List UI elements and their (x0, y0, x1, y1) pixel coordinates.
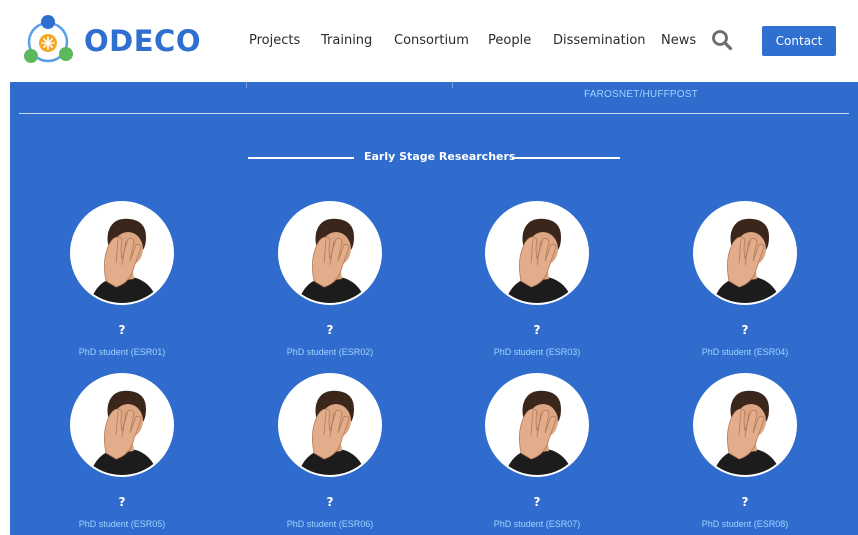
title-line-left (248, 157, 354, 159)
researcher-role[interactable]: PhD student (ESR02) (230, 347, 430, 357)
researcher-name: ? (533, 323, 541, 337)
face-palm-photo-icon (72, 203, 172, 303)
column-divider (452, 82, 453, 88)
column-divider (246, 82, 247, 88)
face-palm-photo-icon (487, 375, 587, 475)
face-palm-photo-icon (487, 203, 587, 303)
researcher-role[interactable]: PhD student (ESR05) (22, 519, 222, 529)
nav-news[interactable]: News (661, 33, 696, 48)
title-line-right (512, 157, 620, 159)
section-title: Early Stage Researchers (364, 150, 516, 163)
image-credit: FAROSNET/HUFFPOST (584, 89, 698, 100)
face-palm-photo-icon (695, 375, 795, 475)
contact-button[interactable]: Contact (762, 26, 836, 56)
researcher-avatar (695, 375, 795, 475)
researcher-avatar (280, 375, 380, 475)
researcher-name: ? (118, 323, 126, 337)
researcher-role[interactable]: PhD student (ESR07) (437, 519, 637, 529)
researcher-avatar (487, 203, 587, 303)
site-header: ODECO Projects Training Consortium Peopl… (0, 0, 858, 82)
logo-wordmark: ODECO (84, 24, 201, 58)
researcher-role[interactable]: PhD student (ESR06) (230, 519, 430, 529)
search-icon[interactable] (711, 29, 733, 51)
researcher-name: ? (533, 495, 541, 509)
researcher-role[interactable]: PhD student (ESR04) (645, 347, 845, 357)
researcher-role[interactable]: PhD student (ESR08) (645, 519, 845, 529)
researcher-avatar (487, 375, 587, 475)
nav-people[interactable]: People (488, 33, 531, 48)
face-palm-photo-icon (280, 375, 380, 475)
researcher-name: ? (741, 495, 749, 509)
face-palm-photo-icon (280, 203, 380, 303)
researcher-role[interactable]: PhD student (ESR01) (22, 347, 222, 357)
researcher-avatar (72, 375, 172, 475)
nav-consortium[interactable]: Consortium (394, 33, 469, 48)
nav-training[interactable]: Training (321, 33, 372, 48)
researcher-name: ? (118, 495, 126, 509)
researcher-name: ? (741, 323, 749, 337)
researcher-name: ? (326, 323, 334, 337)
researcher-avatar (695, 203, 795, 303)
researcher-avatar (72, 203, 172, 303)
nav-dissemination[interactable]: Dissemination (553, 33, 646, 48)
researcher-avatar (280, 203, 380, 303)
site-logo[interactable]: ODECO (22, 12, 200, 68)
face-palm-photo-icon (72, 375, 172, 475)
researcher-name: ? (326, 495, 334, 509)
logo-icon (24, 15, 73, 63)
nav-projects[interactable]: Projects (249, 33, 300, 48)
section-divider (19, 113, 849, 114)
face-palm-photo-icon (695, 203, 795, 303)
researcher-role[interactable]: PhD student (ESR03) (437, 347, 637, 357)
